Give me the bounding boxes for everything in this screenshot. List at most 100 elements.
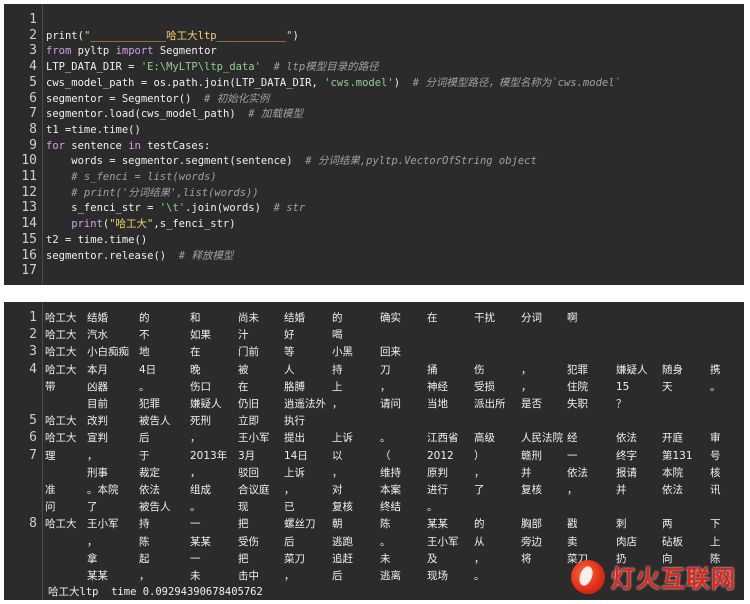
segment-token: 未 <box>380 552 391 565</box>
segment-token: 刺 <box>616 518 627 531</box>
code-token: print( <box>46 29 84 42</box>
segment-token: 两 <box>662 518 673 531</box>
code-token: # ltp模型目录的路径 <box>260 61 379 74</box>
segment-token: 受损 <box>474 380 495 393</box>
segment-token: 合议庭 <box>238 484 270 496</box>
segment-token: 当地 <box>427 398 448 410</box>
code-line: print("____________哈工大ltp___________") <box>46 29 299 43</box>
code-token: segmentor = Segmentor() <box>46 92 192 105</box>
segment-token: 本院 <box>662 466 683 479</box>
segment-token: 携 <box>710 363 721 376</box>
segment-token: 击中 <box>238 570 259 582</box>
segment-token: 逃跑 <box>332 535 353 548</box>
segment-token: 不 <box>139 329 150 342</box>
segment-token: ， <box>474 552 485 565</box>
segment-token: 准 <box>45 484 56 496</box>
segment-token: 经 <box>567 432 578 445</box>
segment-token: 未 <box>190 570 201 582</box>
segment-token: 被告人 <box>139 501 171 514</box>
code-token: ,s_fenci_str) <box>153 218 236 231</box>
segment-token: 王小军 <box>238 432 270 445</box>
segment-token: 已 <box>284 501 295 514</box>
segment-token: 于 <box>139 449 150 462</box>
segment-token: 2012 <box>427 449 454 462</box>
segment-token: 小白痴痴 <box>87 346 129 359</box>
segment-token: 持 <box>139 518 150 531</box>
segment-token: 依法 <box>616 432 637 445</box>
segment-token: 胳膊 <box>284 380 305 393</box>
segment-token: 刑事 <box>87 466 108 479</box>
segment-token: 如果 <box>190 329 211 342</box>
output-line-number: 5 <box>29 413 37 429</box>
segment-token: 被 <box>238 363 249 376</box>
code-token: print <box>46 218 103 231</box>
line-number: 15 <box>21 231 37 247</box>
segment-token: 受伤 <box>238 535 259 548</box>
code-token: from <box>46 45 72 58</box>
code-token: # 释放模型 <box>166 249 234 262</box>
code-token: t2 = time.time() <box>46 233 148 246</box>
segment-token: 上 <box>332 380 343 393</box>
segment-token: 后 <box>139 432 150 445</box>
segment-token: 问 <box>45 501 56 514</box>
code-token: # 加载模型 <box>235 108 303 121</box>
segment-token: 4日 <box>139 363 157 376</box>
segment-token: 拿 <box>87 552 98 565</box>
segment-token: 陈 <box>380 518 391 531</box>
code-token: in <box>128 139 141 152</box>
code-token: for <box>46 139 65 152</box>
segment-token: 及 <box>427 552 438 565</box>
segment-token: 上诉 <box>284 466 305 479</box>
segment-token: 人 <box>284 363 295 376</box>
output-line-number: 2 <box>29 327 37 343</box>
segment-token: 14日 <box>284 449 308 462</box>
segment-token: 本案 <box>380 484 401 496</box>
line-number: 5 <box>29 74 37 90</box>
code-line: print("哈工大",s_fenci_str) <box>46 217 236 231</box>
code-line: cws_model_path = os.path.join(LTP_DATA_D… <box>46 76 621 90</box>
segment-token: 胸部 <box>521 518 542 531</box>
segment-token: 神经 <box>427 380 448 393</box>
line-number: 4 <box>29 59 37 75</box>
line-number: 8 <box>29 121 37 137</box>
segment-token: ， <box>332 398 343 410</box>
segment-token: 对 <box>332 484 343 496</box>
segment-token: 。 <box>474 570 485 582</box>
line-number: 1 <box>29 12 37 27</box>
segment-token: 进行 <box>427 484 448 496</box>
segment-token: 犯罪 <box>567 363 588 376</box>
segment-token: 提出 <box>284 432 305 445</box>
segment-token: 依法 <box>662 484 683 496</box>
segment-token: 被告人 <box>139 415 171 428</box>
segment-token: 依法 <box>139 484 160 496</box>
code-line: t2 = time.time() <box>46 233 147 247</box>
segment-token: 嫌疑人 <box>616 363 648 376</box>
segment-token: 执行 <box>284 415 305 428</box>
segment-token: 本月 <box>87 363 108 376</box>
segment-token: 凶器 <box>87 380 108 393</box>
flame-logo-icon <box>571 559 605 594</box>
segment-token: 逍遥法外 <box>284 398 326 410</box>
code-token: '\t' <box>159 202 186 215</box>
segment-token: 第131 <box>662 449 693 462</box>
code-token: t1 =time.time() <box>46 123 141 136</box>
output-line-number: 8 <box>29 516 37 532</box>
segment-token: 派出所 <box>474 398 506 410</box>
segment-token: 捅 <box>427 363 438 376</box>
segment-token: 裁定 <box>139 466 160 479</box>
segment-token: 某某 <box>190 535 211 548</box>
line-number: 16 <box>21 247 37 263</box>
segment-token: 宣判 <box>87 432 108 445</box>
segment-token: 哈工大 <box>45 312 77 324</box>
segment-token: 菜刀 <box>284 552 305 565</box>
code-editor-panel: 1 2 3 4 5 6 7 8 9 10 11 12 13 14 15 16 17 print("_______… <box>4 4 744 285</box>
code-token: # s_fenci = list(words) <box>46 171 217 183</box>
segment-token: 2013年 <box>190 449 228 462</box>
segment-token: 螺丝刀 <box>284 518 316 531</box>
segment-token: 后 <box>284 535 295 548</box>
segment-token: 汁 <box>238 329 249 342</box>
line-number: 6 <box>29 90 37 106</box>
segment-token: 卖 <box>567 535 578 548</box>
segment-token: 在 <box>190 346 201 359</box>
segment-token: 旁边 <box>521 535 542 548</box>
